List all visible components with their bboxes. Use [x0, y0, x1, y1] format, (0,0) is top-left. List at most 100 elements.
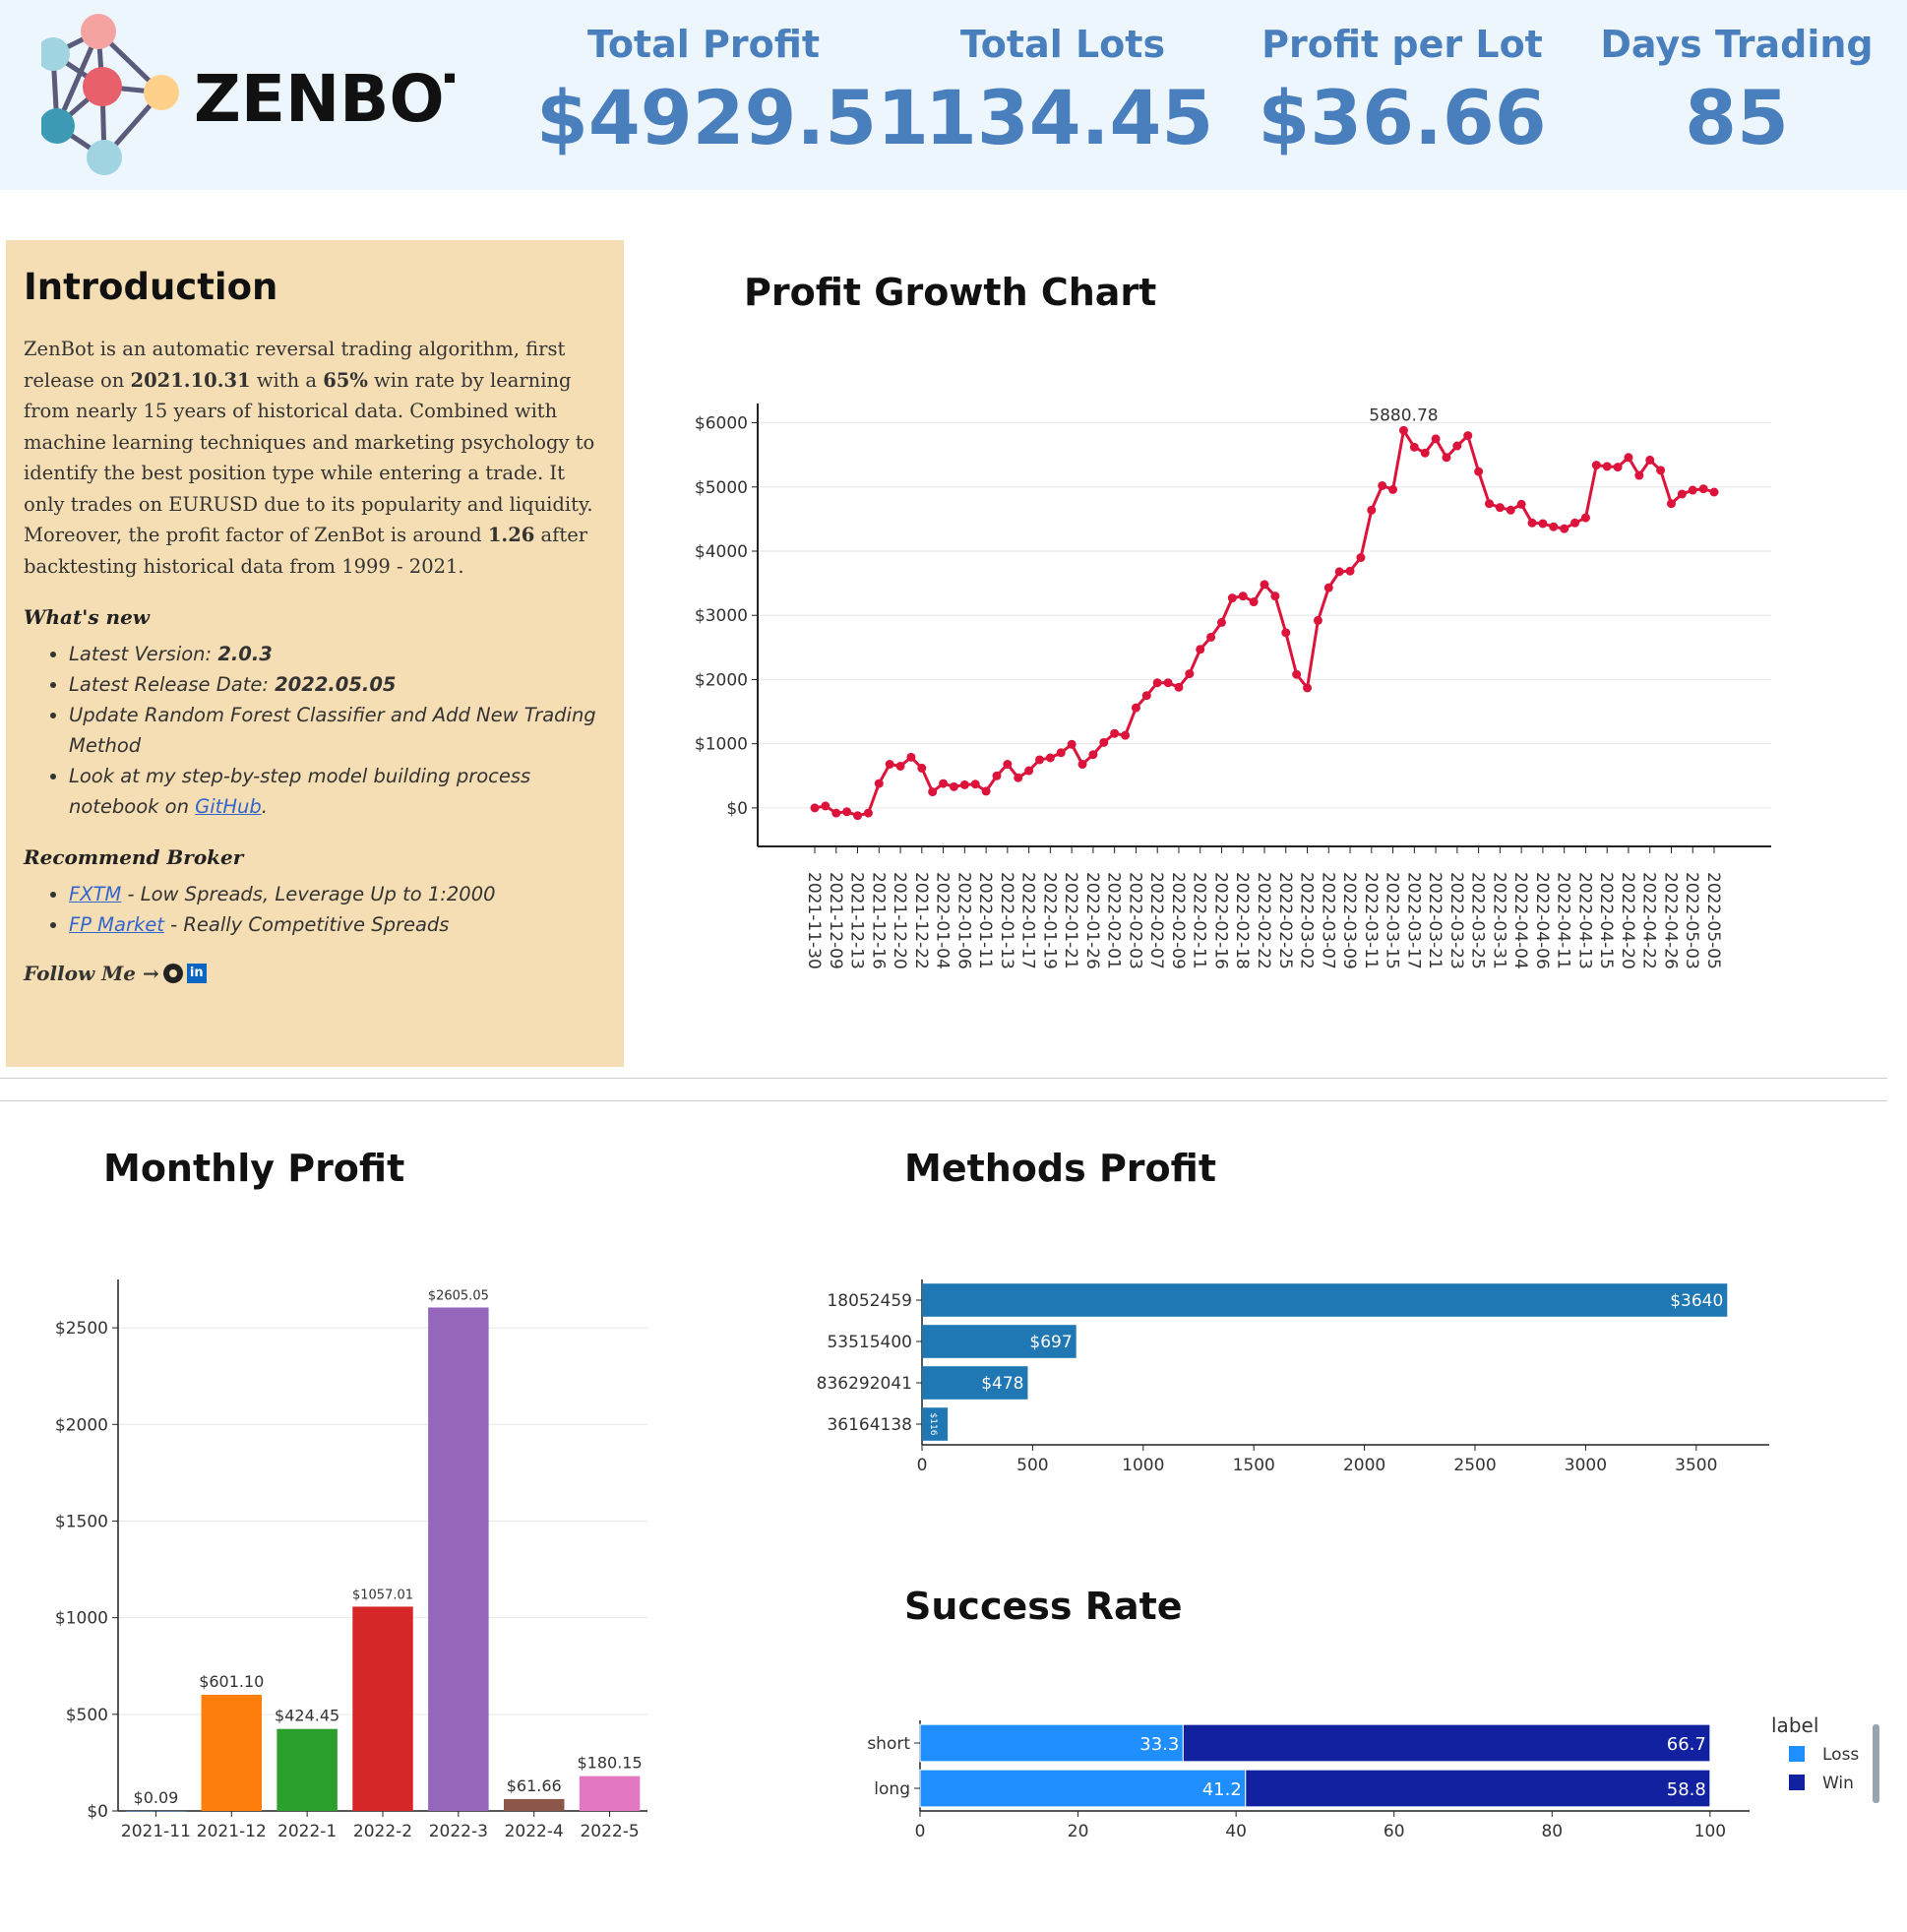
data-point[interactable]	[1196, 645, 1205, 654]
fp-market-link[interactable]: FP Market	[69, 913, 164, 936]
legend-swatch[interactable]	[1789, 1746, 1805, 1762]
data-point[interactable]	[1645, 455, 1655, 465]
data-point[interactable]	[1580, 513, 1590, 523]
data-point[interactable]	[992, 771, 1002, 780]
data-point[interactable]	[1035, 755, 1044, 765]
data-point[interactable]	[1056, 748, 1066, 758]
data-point[interactable]	[1281, 628, 1291, 638]
data-point[interactable]	[906, 752, 916, 762]
data-point[interactable]	[1560, 524, 1569, 533]
data-point[interactable]	[1121, 730, 1131, 740]
data-point[interactable]	[1431, 434, 1441, 444]
legend-swatch[interactable]	[1789, 1775, 1805, 1790]
data-point[interactable]	[1067, 739, 1077, 749]
data-point[interactable]	[1516, 499, 1526, 509]
github-link[interactable]: GitHub	[195, 795, 262, 818]
stacked-bar-win[interactable]	[1182, 1723, 1711, 1763]
data-point[interactable]	[939, 779, 949, 788]
data-point[interactable]	[1591, 461, 1601, 470]
data-point[interactable]	[1099, 737, 1109, 747]
github-icon[interactable]	[162, 964, 183, 983]
data-point[interactable]	[1367, 505, 1377, 515]
data-point[interactable]	[1463, 431, 1473, 441]
legend-label[interactable]: Loss	[1822, 1745, 1859, 1765]
data-point[interactable]	[1141, 691, 1151, 701]
data-point[interactable]	[1206, 632, 1216, 642]
data-point[interactable]	[1323, 583, 1333, 592]
data-point[interactable]	[970, 779, 980, 789]
data-point[interactable]	[1688, 485, 1697, 495]
data-point[interactable]	[1442, 453, 1451, 463]
data-point[interactable]	[1174, 682, 1184, 692]
data-point[interactable]	[1216, 617, 1226, 627]
data-point[interactable]	[1549, 522, 1559, 531]
linkedin-icon[interactable]: in	[186, 964, 207, 983]
data-point[interactable]	[1409, 442, 1419, 452]
data-point[interactable]	[1045, 753, 1055, 763]
bar[interactable]	[352, 1606, 413, 1811]
data-point[interactable]	[1238, 592, 1248, 601]
data-point[interactable]	[1388, 484, 1398, 494]
data-point[interactable]	[895, 761, 905, 771]
data-point[interactable]	[1656, 466, 1666, 475]
data-point[interactable]	[1260, 580, 1269, 590]
data-point[interactable]	[1538, 519, 1548, 529]
legend-label[interactable]: Win	[1822, 1774, 1854, 1793]
bar[interactable]	[277, 1728, 338, 1811]
data-point[interactable]	[1303, 683, 1313, 693]
data-point[interactable]	[842, 807, 852, 817]
data-point[interactable]	[831, 808, 841, 818]
data-point[interactable]	[1131, 703, 1140, 713]
data-point[interactable]	[1420, 448, 1430, 458]
bar[interactable]	[428, 1307, 489, 1811]
data-point[interactable]	[1495, 503, 1505, 513]
data-point[interactable]	[1088, 750, 1098, 760]
data-point[interactable]	[917, 763, 927, 773]
bar[interactable]	[922, 1283, 1728, 1317]
data-point[interactable]	[1249, 597, 1259, 607]
data-point[interactable]	[863, 808, 873, 818]
data-point[interactable]	[1698, 484, 1708, 494]
data-point[interactable]	[1227, 593, 1237, 603]
data-point[interactable]	[1398, 425, 1408, 435]
fxtm-link[interactable]: FXTM	[69, 883, 121, 905]
data-point[interactable]	[928, 787, 938, 797]
data-point[interactable]	[810, 803, 820, 813]
data-point[interactable]	[1452, 441, 1462, 451]
data-point[interactable]	[1014, 773, 1023, 782]
data-point[interactable]	[1677, 489, 1687, 499]
data-point[interactable]	[959, 779, 969, 789]
data-point[interactable]	[1356, 553, 1366, 563]
data-point[interactable]	[1613, 463, 1623, 472]
data-point[interactable]	[1527, 518, 1537, 528]
data-point[interactable]	[821, 801, 830, 811]
data-point[interactable]	[1185, 669, 1195, 679]
data-point[interactable]	[1602, 462, 1612, 471]
data-point[interactable]	[1110, 728, 1120, 738]
data-point[interactable]	[1666, 499, 1676, 509]
data-point[interactable]	[1003, 760, 1013, 770]
data-point[interactable]	[1292, 669, 1302, 679]
data-point[interactable]	[1270, 592, 1280, 601]
stacked-bar-win[interactable]	[1245, 1769, 1711, 1808]
data-point[interactable]	[1024, 766, 1034, 776]
data-point[interactable]	[1506, 505, 1515, 515]
bar[interactable]	[579, 1776, 641, 1811]
data-point[interactable]	[874, 779, 884, 788]
data-point[interactable]	[853, 811, 863, 821]
data-point[interactable]	[1624, 453, 1633, 463]
data-point[interactable]	[949, 781, 958, 791]
data-point[interactable]	[1077, 760, 1087, 770]
data-point[interactable]	[1634, 470, 1644, 480]
bar[interactable]	[503, 1798, 565, 1811]
data-point[interactable]	[1474, 467, 1484, 476]
data-point[interactable]	[1378, 480, 1387, 490]
data-point[interactable]	[1709, 487, 1719, 497]
stacked-bar-loss[interactable]	[919, 1769, 1247, 1808]
data-point[interactable]	[1570, 518, 1580, 528]
data-point[interactable]	[1152, 678, 1162, 688]
data-point[interactable]	[1313, 615, 1323, 625]
legend-scrollbar[interactable]	[1873, 1724, 1879, 1803]
data-point[interactable]	[981, 786, 991, 796]
data-point[interactable]	[1485, 499, 1494, 509]
